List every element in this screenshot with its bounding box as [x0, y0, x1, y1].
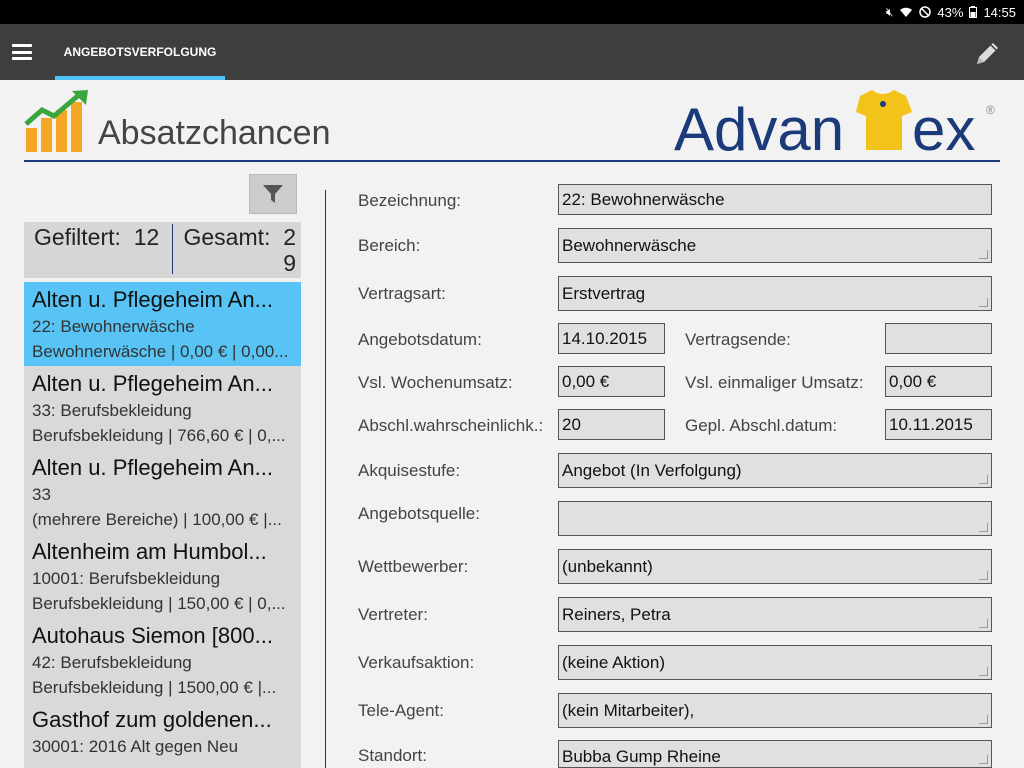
list-item-line2: Berufsbekleidung | 766,60 € | 0,...	[32, 426, 286, 445]
wifi-icon	[900, 7, 913, 17]
list-item-line2: (mehrere Bereiche) | 100,00 € |...	[32, 510, 282, 529]
list-item-line1: 42: Berufsbekleidung	[32, 653, 192, 672]
select-vertreter[interactable]: Reiners, Petra	[558, 597, 992, 632]
app-bar: ANGEBOTSVERFOLGUNG	[0, 24, 1024, 80]
counts-divider	[172, 224, 173, 274]
select-vertragsart[interactable]: Erstvertrag	[558, 276, 992, 311]
label-vertragsende: Vertragsende:	[685, 330, 791, 349]
list-item-line1: 33	[32, 485, 51, 504]
tshirt-icon	[856, 90, 912, 150]
select-akquisestufe[interactable]: Angebot (In Verfolgung)	[558, 453, 992, 488]
no-disturb-icon	[919, 6, 932, 18]
list-item-title: Altenheim am Humbol...	[32, 539, 267, 564]
tab-indicator	[55, 76, 225, 80]
field-vertragsende[interactable]	[885, 323, 992, 354]
list-item[interactable]: Alten u. Pflegeheim An... 33 (mehrere Bere…	[24, 450, 301, 534]
label-bereich: Bereich:	[358, 236, 421, 255]
select-wettbewerber[interactable]: (unbekannt)	[558, 549, 992, 584]
label-vertreter: Vertreter:	[358, 605, 428, 624]
list-item[interactable]: Altenheim am Humbol... 10001: Berufsbekle…	[24, 534, 301, 618]
list-item[interactable]: Gasthof zum goldenen... 30001: 2016 Alt g…	[24, 702, 301, 768]
list-item-title: Alten u. Pflegeheim An...	[32, 287, 273, 312]
label-wettbewerber: Wettbewerber:	[358, 557, 469, 576]
label-vertragsart: Vertragsart:	[358, 284, 446, 303]
label-angebotsdatum: Angebotsdatum:	[358, 330, 482, 349]
filter-icon	[263, 185, 283, 203]
list-item[interactable]: Alten u. Pflegeheim An... 22: Bewohnerwäs…	[24, 282, 301, 366]
list-item-line2: Berufsbekleidung | 150,00 € | 0,...	[32, 594, 286, 613]
label-verkaufsaktion: Verkaufsaktion:	[358, 653, 475, 672]
list-item-line2: Berufsbekleidung | 1500,00 € |...	[32, 678, 277, 697]
label-bezeichnung: Bezeichnung:	[358, 191, 462, 210]
record-counts: Gefiltert: 12 Gesamt: 29	[24, 222, 301, 278]
label-wahrscheinlichkeit: Abschl.wahrscheinlichk.:	[358, 416, 544, 435]
list-item-line1: 33: Berufsbekleidung	[32, 401, 192, 420]
menu-icon[interactable]	[12, 44, 32, 60]
clock: 14:55	[983, 4, 1016, 20]
field-angebotsdatum[interactable]: 14.10.2015	[558, 323, 665, 354]
label-einmaliger-umsatz: Vsl. einmaliger Umsatz:	[685, 373, 864, 392]
brand-suffix: ex	[912, 96, 975, 158]
select-bereich[interactable]: Bewohnerwäsche	[558, 228, 992, 263]
field-abschlussdatum[interactable]: 10.11.2015	[885, 409, 992, 440]
registered-mark: ®	[986, 103, 995, 117]
label-angebotsquelle: Angebotsquelle:	[358, 504, 480, 523]
select-standort[interactable]: Bubba Gump Rheine	[558, 740, 992, 768]
list-item-title: Gasthof zum goldenen...	[32, 707, 272, 732]
filter-button[interactable]	[249, 174, 297, 214]
select-angebotsquelle[interactable]	[558, 501, 992, 536]
battery-icon	[969, 6, 978, 18]
mute-icon: 🔇︎	[885, 4, 894, 19]
field-einmaliger-umsatz[interactable]: 0,00 €	[885, 366, 992, 397]
page-title: Absatzchancen	[98, 114, 331, 152]
list-item[interactable]: Alten u. Pflegeheim An... 33: Berufsbekle…	[24, 366, 301, 450]
panel-divider	[325, 190, 326, 768]
list-item-title: Alten u. Pflegeheim An...	[32, 371, 273, 396]
label-standort: Standort:	[358, 746, 427, 765]
bar-chart-logo-icon	[24, 90, 88, 152]
select-verkaufsaktion[interactable]: (keine Aktion)	[558, 645, 992, 680]
page-header: Absatzchancen Advan ex ®	[24, 86, 1000, 162]
field-bezeichnung[interactable]: 22: Bewohnerwäsche	[558, 184, 992, 215]
list-item-title: Alten u. Pflegeheim An...	[32, 455, 273, 480]
label-abschlussdatum: Gepl. Abschl.datum:	[685, 416, 838, 435]
label-akquisestufe: Akquisestufe:	[358, 461, 461, 480]
list-item[interactable]: Autohaus Siemon [800... 42: Berufsbekleid…	[24, 618, 301, 702]
list-item-line1: 30001: 2016 Alt gegen Neu	[32, 737, 239, 756]
status-bar: 🔇︎ 43% 14:55	[0, 0, 1024, 24]
list-item-title: Autohaus Siemon [800...	[32, 623, 273, 648]
list-item-line2	[32, 759, 293, 768]
field-wahrscheinlichkeit[interactable]: 20	[558, 409, 665, 440]
total-count: Gesamt: 29	[183, 224, 297, 276]
advantex-logo: Advan ex ®	[674, 90, 995, 158]
filtered-count: Gefiltert: 12	[34, 224, 160, 250]
list-item-line1: 22: Bewohnerwäsche	[32, 317, 195, 336]
select-tele-agent[interactable]: (kein Mitarbeiter),	[558, 693, 992, 728]
field-wochenumsatz[interactable]: 0,00 €	[558, 366, 665, 397]
tab-angebotsverfolgung[interactable]: ANGEBOTSVERFOLGUNG	[55, 24, 225, 80]
label-wochenumsatz: Vsl. Wochenumsatz:	[358, 373, 513, 392]
edit-pencil-icon[interactable]	[973, 38, 1003, 68]
list-item-line2: Bewohnerwäsche | 0,00 € | 0,00...	[32, 342, 289, 361]
battery-percent: 43%	[937, 4, 964, 20]
brand-prefix: Advan	[674, 96, 844, 158]
opportunity-list: Alten u. Pflegeheim An... 22: Bewohnerwäs…	[24, 282, 301, 768]
label-tele-agent: Tele-Agent:	[358, 701, 444, 720]
list-item-line1: 10001: Berufsbekleidung	[32, 569, 221, 588]
